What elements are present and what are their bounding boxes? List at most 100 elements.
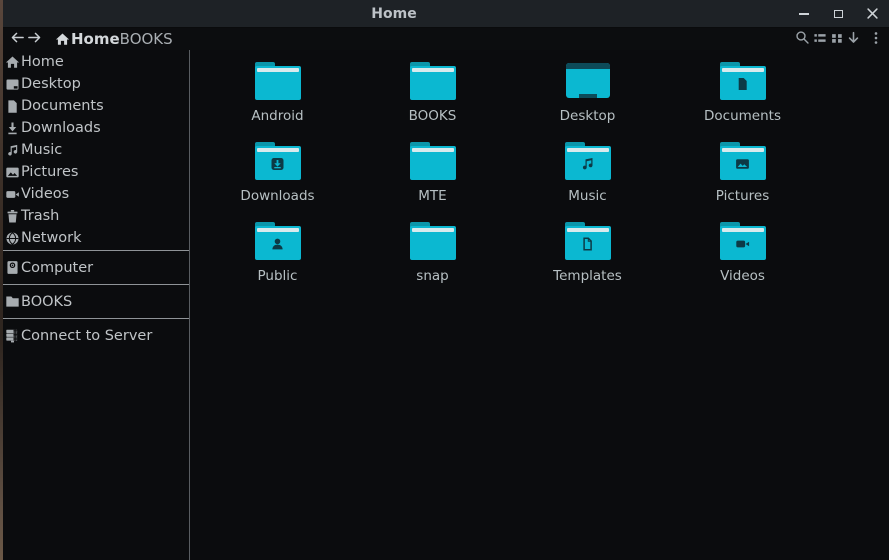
folder-icon: [720, 62, 766, 100]
sidebar-item-trash[interactable]: Trash: [3, 205, 189, 227]
computer-icon: [4, 260, 21, 276]
file-item-music[interactable]: Music: [510, 135, 665, 215]
sidebar-item-videos[interactable]: Videos: [3, 183, 189, 205]
file-item-mte[interactable]: MTE: [355, 135, 510, 215]
file-label: Templates: [553, 268, 622, 284]
home-icon: [4, 54, 21, 70]
folder-icon: [720, 222, 766, 260]
file-grid: Android BOOKS Desktop Documents Downloads MTE…: [190, 50, 889, 295]
sidebar-item-connect-to-server[interactable]: Connect to Server: [3, 320, 189, 351]
folder-icon: [255, 222, 301, 260]
download-emblem-icon: [269, 155, 286, 172]
file-label: BOOKS: [409, 108, 457, 124]
picture-emblem-icon: [734, 155, 751, 172]
file-label: Public: [258, 268, 298, 284]
server-icon: [4, 328, 21, 344]
file-item-documents[interactable]: Documents: [665, 55, 820, 135]
arrow-down-icon: [846, 30, 861, 49]
search-button[interactable]: [794, 29, 811, 49]
folder-icon: [410, 62, 456, 100]
video-emblem-icon: [734, 235, 751, 252]
file-label: Downloads: [240, 188, 314, 204]
sidebar-item-pictures[interactable]: Pictures: [3, 161, 189, 183]
back-icon: [10, 30, 25, 49]
maximize-button[interactable]: [821, 0, 855, 27]
sidebar-separator: [3, 284, 189, 285]
sidebar-item-home[interactable]: Home: [3, 51, 189, 73]
close-button[interactable]: [855, 0, 889, 27]
sidebar-item-label: Music: [21, 142, 62, 158]
sidebar-item-downloads[interactable]: Downloads: [3, 117, 189, 139]
file-item-snap[interactable]: snap: [355, 215, 510, 295]
file-label: Desktop: [560, 108, 616, 124]
sidebar-item-computer[interactable]: Computer: [3, 252, 189, 283]
file-manager-window: Home: [0, 0, 889, 560]
file-item-desktop[interactable]: Desktop: [510, 55, 665, 135]
forward-icon: [27, 30, 42, 49]
person-emblem-icon: [269, 235, 286, 252]
titlebar[interactable]: Home: [3, 0, 889, 28]
file-item-downloads[interactable]: Downloads: [200, 135, 355, 215]
folder-icon: [255, 142, 301, 180]
folder-icon: [410, 222, 456, 260]
folder-icon: [720, 142, 766, 180]
folder-icon: [255, 62, 301, 100]
main-area: HomeDesktopDocumentsDownloadsMusicPictur…: [3, 50, 889, 560]
minimize-button[interactable]: [787, 0, 821, 27]
file-label: Documents: [704, 108, 781, 124]
window-title: Home: [3, 6, 785, 22]
sidebar-item-label: Documents: [21, 98, 104, 114]
file-item-templates[interactable]: Templates: [510, 215, 665, 295]
file-label: Videos: [720, 268, 765, 284]
sidebar-item-documents[interactable]: Documents: [3, 95, 189, 117]
file-item-android[interactable]: Android: [200, 55, 355, 135]
toolbar: Home BOOKS: [3, 28, 889, 50]
breadcrumb-home-label: Home: [71, 30, 120, 48]
back-button[interactable]: [9, 29, 26, 49]
search-icon: [795, 30, 810, 49]
trash-icon: [4, 208, 21, 224]
list-view-button[interactable]: [811, 29, 828, 49]
folder-icon: [410, 142, 456, 180]
picture-icon: [4, 164, 21, 180]
window-controls: [787, 0, 889, 27]
minimize-icon: [799, 13, 809, 15]
toolbar-actions: [794, 29, 884, 49]
breadcrumb-books[interactable]: BOOKS: [120, 29, 173, 49]
sidebar-item-desktop[interactable]: Desktop: [3, 73, 189, 95]
file-label: snap: [416, 268, 448, 284]
folder-icon: [4, 294, 21, 310]
breadcrumb: Home BOOKS: [55, 29, 173, 49]
file-label: Music: [568, 188, 606, 204]
download-icon: [4, 120, 21, 136]
sidebar-item-label: Trash: [21, 208, 59, 224]
sidebar-item-label: Network: [21, 230, 82, 246]
file-item-videos[interactable]: Videos: [665, 215, 820, 295]
desktop-wallpaper-edge: [0, 0, 3, 560]
forward-button[interactable]: [26, 29, 43, 49]
document-emblem-icon: [734, 75, 751, 92]
sidebar-item-label: Computer: [21, 260, 93, 276]
breadcrumb-home[interactable]: Home: [55, 29, 120, 49]
menu-button[interactable]: [867, 29, 884, 49]
sidebar: HomeDesktop Documents Downloads Music Pictur…: [3, 50, 190, 560]
sidebar-item-label: Videos: [21, 186, 69, 202]
video-icon: [4, 186, 21, 202]
sidebar-item-network[interactable]: Network: [3, 227, 189, 249]
maximize-icon: [834, 10, 843, 18]
network-icon: [4, 230, 21, 246]
window: Home: [3, 0, 889, 560]
sidebar-item-books[interactable]: BOOKS: [3, 286, 189, 317]
file-item-pictures[interactable]: Pictures: [665, 135, 820, 215]
sidebar-item-music[interactable]: Music: [3, 139, 189, 161]
list-view-icon: [813, 30, 827, 49]
kebab-menu-icon: [869, 30, 883, 49]
file-item-books[interactable]: BOOKS: [355, 55, 510, 135]
sidebar-section: HomeDesktop Documents Downloads Music Pictur…: [3, 51, 189, 249]
document-icon: [4, 98, 21, 114]
content-pane: Android BOOKS Desktop Documents Downloads MTE…: [190, 50, 889, 560]
file-item-public[interactable]: Public: [200, 215, 355, 295]
grid-view-button[interactable]: [828, 29, 845, 49]
sort-descending-button[interactable]: [845, 29, 862, 49]
sidebar-item-label: BOOKS: [21, 294, 72, 310]
